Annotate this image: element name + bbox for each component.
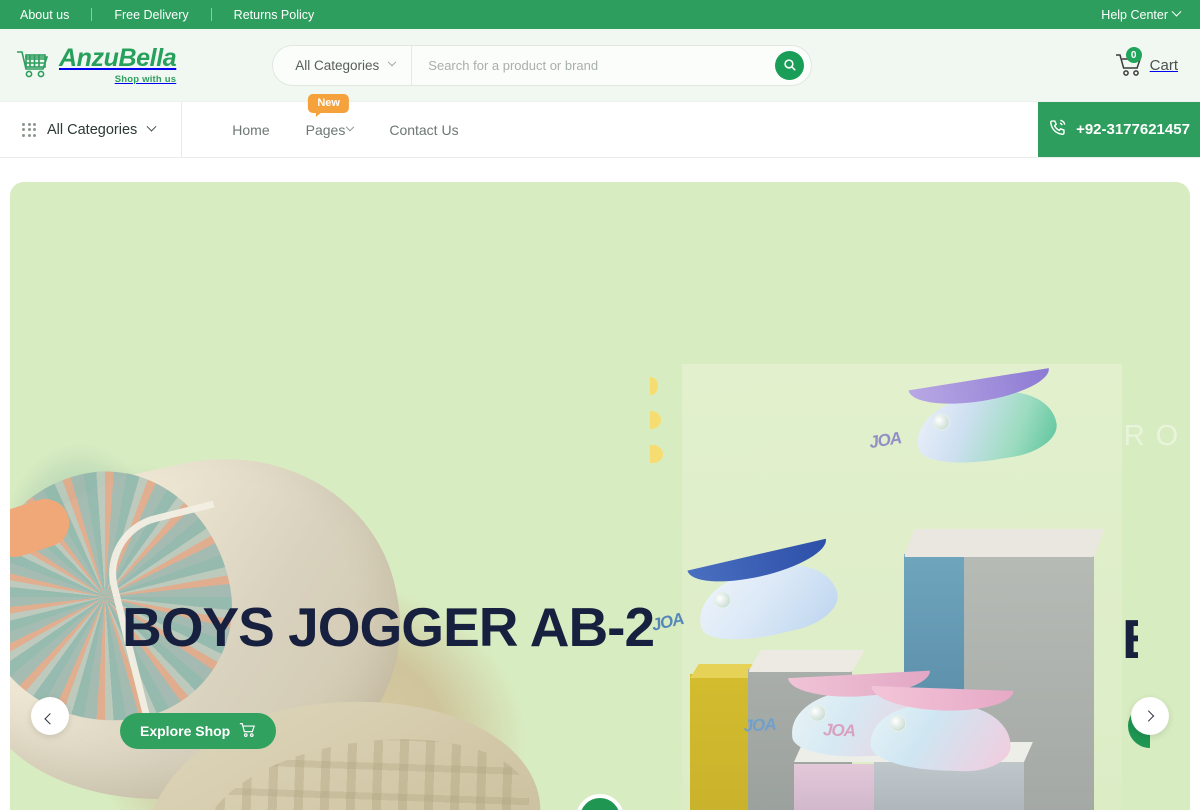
- next-slide-title-peek: B: [1122, 612, 1138, 667]
- help-center-label: Help Center: [1101, 7, 1168, 22]
- topbar-links: About us Free Delivery Returns Policy: [12, 8, 336, 22]
- cart-icon: 0: [1115, 47, 1143, 77]
- topbar-link-returns-policy[interactable]: Returns Policy: [212, 8, 337, 22]
- shopping-cart-logo-icon: [16, 50, 50, 80]
- sneaker-logo-text: JOA: [743, 714, 777, 736]
- topbar-link-about-us[interactable]: About us: [12, 8, 91, 22]
- site-logo[interactable]: AnzuBella Shop with us: [16, 43, 177, 85]
- nav-link-home[interactable]: Home: [214, 122, 287, 138]
- explore-shop-label: Explore Shop: [140, 723, 231, 739]
- hero-product-photo-left: [10, 182, 650, 810]
- sneaker-logo-text: JOA: [822, 720, 856, 741]
- logo-text: AnzuBella Shop with us: [59, 43, 177, 85]
- cart-button[interactable]: 0 Cart: [1115, 47, 1184, 77]
- search-category-select[interactable]: All Categories: [273, 45, 413, 85]
- phone-icon: [1048, 118, 1067, 141]
- topbar-link-free-delivery[interactable]: Free Delivery: [92, 8, 210, 22]
- search-bar: All Categories: [272, 44, 813, 86]
- chevron-down-icon: [146, 121, 157, 132]
- search-submit-button[interactable]: [775, 50, 805, 80]
- phone-call-button[interactable]: +92-3177621457: [1038, 102, 1200, 157]
- search-input[interactable]: [412, 57, 776, 73]
- chevron-down-icon: [388, 57, 397, 67]
- carousel-prev-button[interactable]: [31, 697, 69, 735]
- sneaker-logo-text: JOA: [867, 428, 903, 453]
- top-utility-bar: About us Free Delivery Returns Policy He…: [0, 0, 1200, 29]
- carousel-next-button[interactable]: [1131, 697, 1169, 735]
- hero-product-photo-right: JOA JOA JOA JOA: [650, 364, 1122, 810]
- chevron-right-icon: [1142, 710, 1155, 722]
- chevron-left-icon: [44, 713, 56, 725]
- nav-link-pages[interactable]: New Pages: [288, 93, 372, 138]
- cart-count-badge: 0: [1125, 47, 1142, 63]
- explore-shop-button[interactable]: Explore Shop: [120, 713, 277, 749]
- hero-carousel: ANZUBELLA HIGHT QUALITY PRODU JOA JOA JO…: [10, 182, 1190, 810]
- nav-link-label: Home: [232, 121, 270, 138]
- cart-icon: [239, 722, 256, 741]
- hero-title: BOYS JOGGER AB-2: [122, 596, 655, 658]
- cart-label: Cart: [1149, 56, 1178, 74]
- site-header: AnzuBella Shop with us All Categories 0 …: [0, 29, 1200, 101]
- nav-link-contact-us[interactable]: Contact Us: [371, 122, 476, 138]
- search-category-label: All Categories: [295, 57, 380, 73]
- nav-all-categories-label: All Categories: [47, 121, 138, 138]
- logo-tagline: Shop with us: [114, 73, 177, 85]
- logo-name: AnzuBella: [59, 43, 177, 72]
- phone-number: +92-3177621457: [1076, 121, 1190, 138]
- new-badge: New: [308, 93, 349, 117]
- nav-link-label: Contact Us: [389, 121, 459, 138]
- nav-link-label: Pages: [305, 121, 346, 138]
- chevron-down-icon: [1171, 6, 1182, 17]
- chevron-down-icon: [346, 122, 355, 131]
- sneaker-logo-text: JOA: [649, 609, 686, 635]
- main-navigation: All Categories Home New Pages Contact Us…: [0, 93, 1200, 158]
- nav-links: Home New Pages Contact Us: [182, 93, 476, 157]
- help-center-menu[interactable]: Help Center: [1101, 6, 1188, 22]
- grid-dots-icon: [22, 122, 36, 137]
- nav-all-categories-button[interactable]: All Categories: [0, 102, 183, 157]
